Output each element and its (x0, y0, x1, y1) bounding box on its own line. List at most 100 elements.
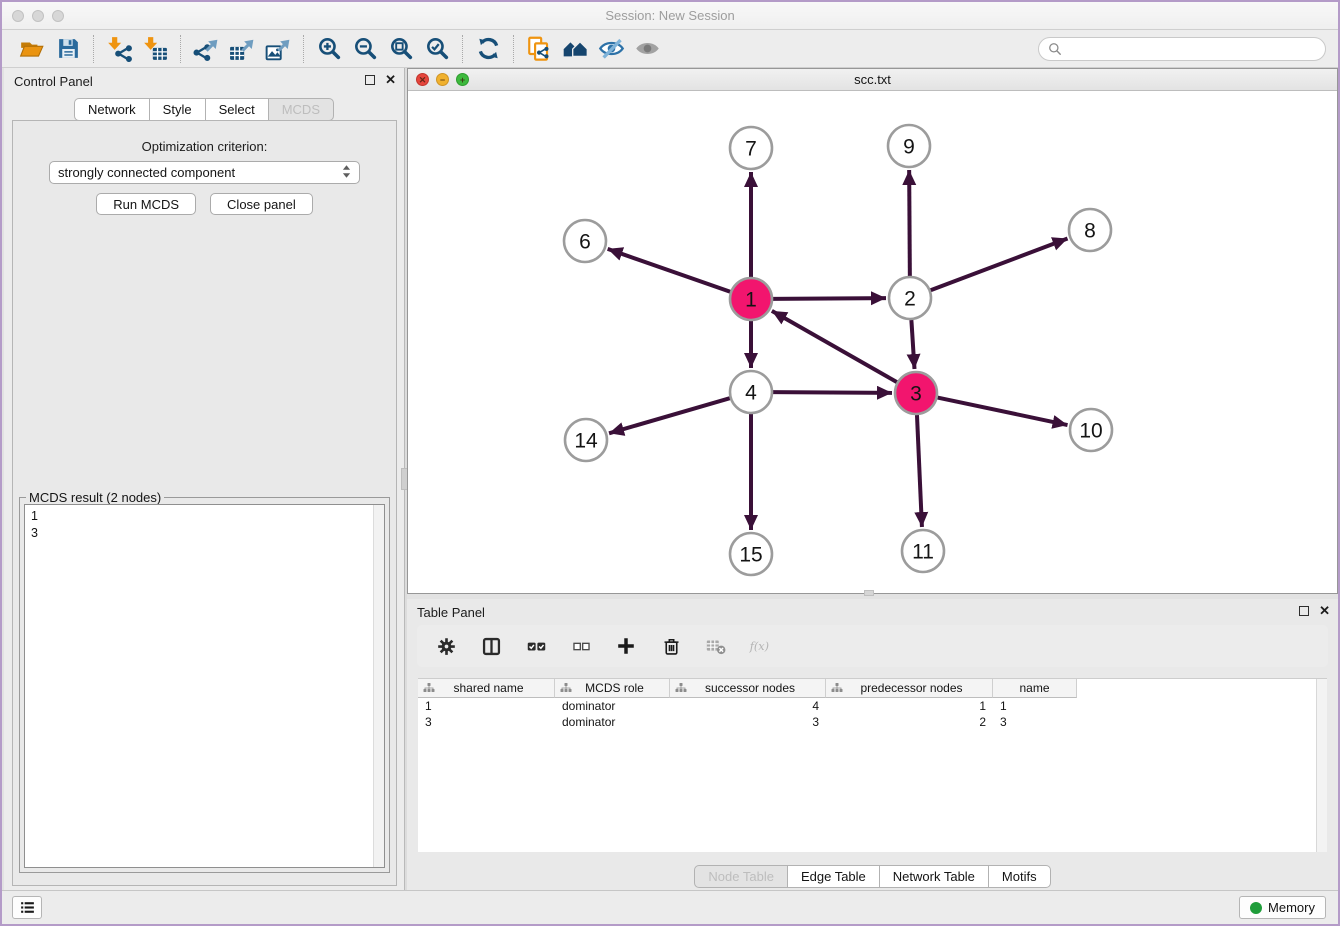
toolbar-icons (14, 33, 665, 65)
select-all-icon[interactable] (524, 634, 548, 658)
cell-predecessor-nodes[interactable]: 1 (826, 698, 993, 714)
table-scrollbar[interactable] (1316, 679, 1327, 852)
tab-node-table[interactable]: Node Table (694, 865, 788, 888)
node-label-14: 14 (574, 430, 598, 453)
home-icon[interactable] (557, 33, 593, 65)
cell-name[interactable]: 1 (993, 698, 1077, 714)
zoom-in-icon[interactable] (311, 33, 347, 65)
node-label-7: 7 (745, 138, 757, 161)
network-window-titlebar[interactable]: ✕ − + scc.txt (408, 69, 1337, 91)
show-eye-icon[interactable] (629, 33, 665, 65)
column-header-shared-name[interactable]: shared name (418, 679, 555, 698)
edge-2-3[interactable] (911, 320, 914, 369)
maximize-window-icon[interactable] (52, 10, 64, 22)
edge-2-8[interactable] (931, 238, 1068, 290)
result-scrollbar[interactable] (373, 505, 384, 867)
column-header-mcds-role[interactable]: MCDS role (555, 679, 670, 698)
close-panel-button[interactable]: Close panel (210, 193, 313, 215)
close-panel-icon[interactable]: ✕ (385, 74, 396, 86)
toolbar-separator (462, 35, 463, 63)
column-header-successor-nodes[interactable]: successor nodes (670, 679, 826, 698)
table-float-panel-icon[interactable] (1299, 606, 1309, 616)
list-icon (19, 899, 36, 916)
tab-network[interactable]: Network (74, 98, 150, 121)
float-panel-icon[interactable] (365, 75, 375, 85)
hide-eye-icon[interactable] (593, 33, 629, 65)
cell-name[interactable]: 3 (993, 714, 1077, 730)
tab-mcds[interactable]: MCDS (268, 98, 334, 121)
edge-4-3[interactable] (773, 392, 892, 393)
cell-successor-nodes[interactable]: 4 (670, 698, 826, 714)
search-input[interactable] (1068, 41, 1316, 56)
control-panel: Control Panel ✕ NetworkStyleSelectMCDS O… (4, 68, 404, 894)
edge-3-10[interactable] (938, 398, 1068, 425)
zoom-selected-icon[interactable] (419, 33, 455, 65)
tab-edge-table[interactable]: Edge Table (787, 865, 880, 888)
close-window-icon[interactable] (12, 10, 24, 22)
search-box[interactable] (1038, 37, 1326, 61)
toolbar-separator (513, 35, 514, 63)
import-table-icon[interactable] (137, 33, 173, 65)
toolbar-separator (303, 35, 304, 63)
node-label-9: 9 (903, 136, 915, 159)
edge-3-11[interactable] (917, 415, 922, 527)
tab-select[interactable]: Select (205, 98, 269, 121)
table-row-0[interactable]: 1dominator411 (418, 698, 1327, 714)
show-panels-button[interactable] (12, 896, 42, 919)
node-label-6: 6 (579, 231, 591, 254)
cell-mcds-role[interactable]: dominator (555, 714, 670, 730)
clone-network-icon[interactable] (521, 33, 557, 65)
network-canvas[interactable]: 1234678910111415 (408, 91, 1337, 593)
table-row-1[interactable]: 3dominator323 (418, 714, 1327, 730)
minimize-window-icon[interactable] (32, 10, 44, 22)
edge-3-1[interactable] (772, 311, 897, 382)
tab-network-table[interactable]: Network Table (879, 865, 989, 888)
import-network-icon[interactable] (101, 33, 137, 65)
memory-button[interactable]: Memory (1239, 896, 1326, 919)
tab-style[interactable]: Style (149, 98, 206, 121)
criterion-select[interactable]: strongly connected component (49, 161, 360, 184)
network-resize-grip[interactable] (864, 590, 874, 596)
edge-2-9[interactable] (909, 170, 910, 276)
cell-mcds-role[interactable]: dominator (555, 698, 670, 714)
zoom-fit-icon[interactable] (383, 33, 419, 65)
export-table-icon[interactable] (224, 33, 260, 65)
cell-successor-nodes[interactable]: 3 (670, 714, 826, 730)
network-maximize-icon[interactable]: + (456, 73, 469, 86)
column-header-predecessor-nodes[interactable]: predecessor nodes (826, 679, 993, 698)
table-close-panel-icon[interactable]: ✕ (1319, 605, 1330, 617)
zoom-out-icon[interactable] (347, 33, 383, 65)
edge-1-6[interactable] (608, 249, 731, 292)
split-layout-icon[interactable] (479, 634, 503, 658)
export-image-icon[interactable] (260, 33, 296, 65)
node-label-10: 10 (1079, 420, 1102, 443)
add-column-icon[interactable] (614, 634, 638, 658)
cell-shared-name[interactable]: 1 (418, 698, 555, 714)
refresh-layout-icon[interactable] (470, 33, 506, 65)
edge-1-2[interactable] (773, 298, 886, 299)
delete-column-icon[interactable] (659, 634, 683, 658)
run-mcds-button[interactable]: Run MCDS (96, 193, 196, 215)
control-panel-title: Control Panel (14, 74, 93, 89)
mcds-result-box: MCDS result (2 nodes) 1 3 (19, 497, 390, 873)
network-minimize-icon[interactable]: − (436, 73, 449, 86)
export-network-icon[interactable] (188, 33, 224, 65)
open-file-icon[interactable] (14, 33, 50, 65)
tab-motifs[interactable]: Motifs (988, 865, 1051, 888)
deselect-all-icon[interactable] (569, 634, 593, 658)
mcds-result-area[interactable]: 1 3 (24, 504, 385, 868)
column-settings-icon[interactable] (434, 634, 458, 658)
save-session-icon[interactable] (50, 33, 86, 65)
window-title: Session: New Session (2, 2, 1338, 29)
memory-status-icon (1250, 902, 1262, 914)
column-header-name[interactable]: name (993, 679, 1077, 698)
network-view-window: ✕ − + scc.txt 1234678910111415 (407, 68, 1338, 594)
cell-predecessor-nodes[interactable]: 2 (826, 714, 993, 730)
network-close-icon[interactable]: ✕ (416, 73, 429, 86)
window-controls (12, 10, 64, 22)
cell-shared-name[interactable]: 3 (418, 714, 555, 730)
main-toolbar (2, 30, 1338, 68)
node-label-11: 11 (912, 541, 934, 564)
column-label: successor nodes (705, 681, 795, 695)
edge-4-14[interactable] (609, 398, 730, 433)
